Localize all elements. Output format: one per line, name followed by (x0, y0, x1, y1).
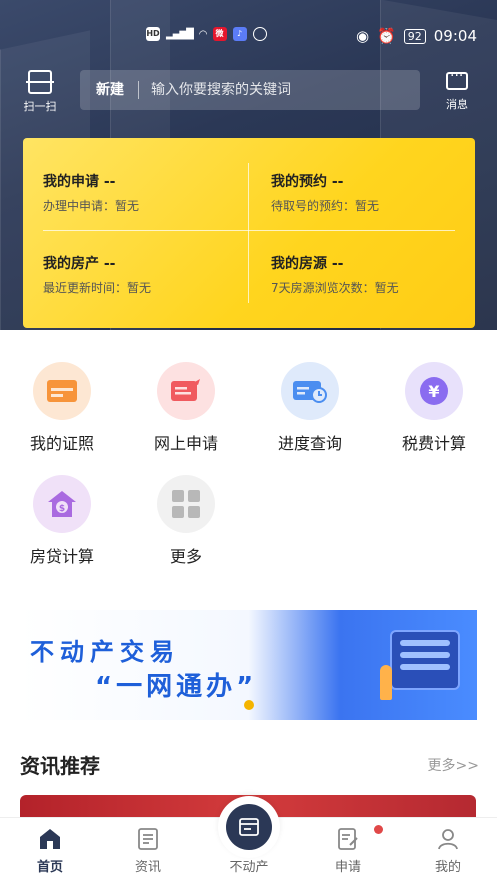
service-label: 我的证照 (29, 434, 94, 453)
banner-illustration-bars (400, 640, 450, 676)
service-more[interactable]: 更多 (141, 475, 231, 567)
status-left-icons: HD ▂▄▆█ ◠ 微 ♪ (146, 27, 267, 41)
service-online-apply[interactable]: 网上申请 (141, 362, 231, 454)
summary-sub: 待取号的预约：暂无 (271, 199, 380, 213)
summary-my-property[interactable]: 我的房产 -- 最近更新时间：暂无 (43, 253, 151, 296)
service-tax-calc[interactable]: ¥ 税费计算 (389, 362, 479, 454)
service-mortgage-calc[interactable]: $ 房贷计算 (17, 475, 107, 567)
news-icon (137, 828, 159, 850)
status-bar: HD ▂▄▆█ ◠ 微 ♪ ◉ ⏰ 92 09:04 (0, 0, 497, 45)
eye-icon: ◉ (355, 27, 370, 45)
new-button[interactable]: 新建 (80, 81, 139, 99)
music-icon: ♪ (232, 27, 247, 41)
tab-label: 申请 (334, 860, 361, 875)
tax-yen-icon: ¥ (405, 362, 463, 420)
summary-card: 我的申请 -- 办理中申请：暂无 我的预约 -- 待取号的预约：暂无 我的房产 … (23, 138, 475, 328)
tab-label: 我的 (434, 860, 461, 875)
service-label: 房贷计算 (29, 547, 94, 566)
wifi-icon: ◠ (198, 28, 208, 40)
summary-sub: 办理中申请：暂无 (43, 199, 140, 213)
carousel-indicator[interactable] (244, 700, 254, 710)
real-estate-center-button[interactable] (218, 796, 280, 858)
divider (43, 230, 455, 231)
tab-label: 不动产 (229, 860, 269, 875)
summary-title: 我的预约 -- (271, 174, 344, 190)
service-my-license[interactable]: 我的证照 (17, 362, 107, 454)
summary-my-applications[interactable]: 我的申请 -- 办理中申请：暂无 (43, 171, 139, 214)
banner-subtitle: “一网通办” (95, 672, 258, 702)
banner-title: 不动产交易 (30, 638, 180, 666)
tab-label: 资讯 (134, 860, 161, 875)
tab-home[interactable]: 首页 (10, 828, 90, 875)
summary-sub: 7天房源浏览次数：暂无 (271, 281, 399, 295)
message-icon (446, 68, 468, 90)
scan-label: 扫一扫 (23, 100, 57, 113)
service-label: 进度查询 (277, 434, 342, 453)
search-input[interactable] (139, 82, 420, 98)
home-icon (39, 828, 61, 850)
apply-icon (337, 828, 359, 850)
svg-text:$: $ (59, 504, 65, 514)
alarm-icon: ⏰ (377, 27, 396, 45)
news-more-link[interactable]: 更多>> (428, 755, 479, 775)
summary-title: 我的房源 -- (271, 256, 344, 272)
tab-label: 首页 (36, 860, 63, 875)
news-section-title: 资讯推荐 (20, 754, 100, 778)
tab-news[interactable]: 资讯 (108, 828, 188, 875)
tab-apply[interactable]: 申请 (308, 828, 388, 875)
hd-icon: HD (146, 27, 160, 41)
status-right: ◉ ⏰ 92 09:04 (356, 27, 477, 45)
progress-query-icon (281, 362, 339, 420)
battery-icon: 92 (403, 28, 426, 44)
divider (248, 163, 249, 303)
service-label: 更多 (169, 547, 202, 566)
summary-title: 我的房产 -- (43, 256, 116, 272)
profile-icon (437, 828, 459, 850)
banner-person-illustration (380, 665, 392, 700)
scan-icon (26, 70, 54, 94)
service-progress-query[interactable]: 进度查询 (265, 362, 355, 454)
mortgage-house-icon: $ (33, 475, 91, 533)
svg-text:¥: ¥ (428, 382, 439, 401)
message-button[interactable]: 消息 (439, 68, 475, 112)
license-card-icon (33, 362, 91, 420)
service-label: 税费计算 (401, 434, 466, 453)
real-estate-icon (226, 804, 272, 850)
apply-notification-dot (374, 825, 383, 834)
signal-icon: ▂▄▆█ (166, 28, 194, 40)
weibo-icon: 微 (212, 27, 227, 41)
app-icon (252, 27, 267, 41)
service-label: 网上申请 (153, 434, 218, 453)
tab-profile[interactable]: 我的 (408, 828, 488, 875)
summary-my-appointments[interactable]: 我的预约 -- 待取号的预约：暂无 (271, 171, 379, 214)
more-grid-icon (157, 475, 215, 533)
summary-title: 我的申请 -- (43, 174, 116, 190)
clock: 09:04 (433, 27, 477, 45)
summary-sub: 最近更新时间：暂无 (43, 281, 152, 295)
search-bar[interactable]: 新建 (80, 70, 420, 110)
scan-button[interactable]: 扫一扫 (18, 70, 62, 114)
summary-my-listings[interactable]: 我的房源 -- 7天房源浏览次数：暂无 (271, 253, 399, 296)
online-apply-icon (157, 362, 215, 420)
message-label: 消息 (446, 98, 468, 111)
